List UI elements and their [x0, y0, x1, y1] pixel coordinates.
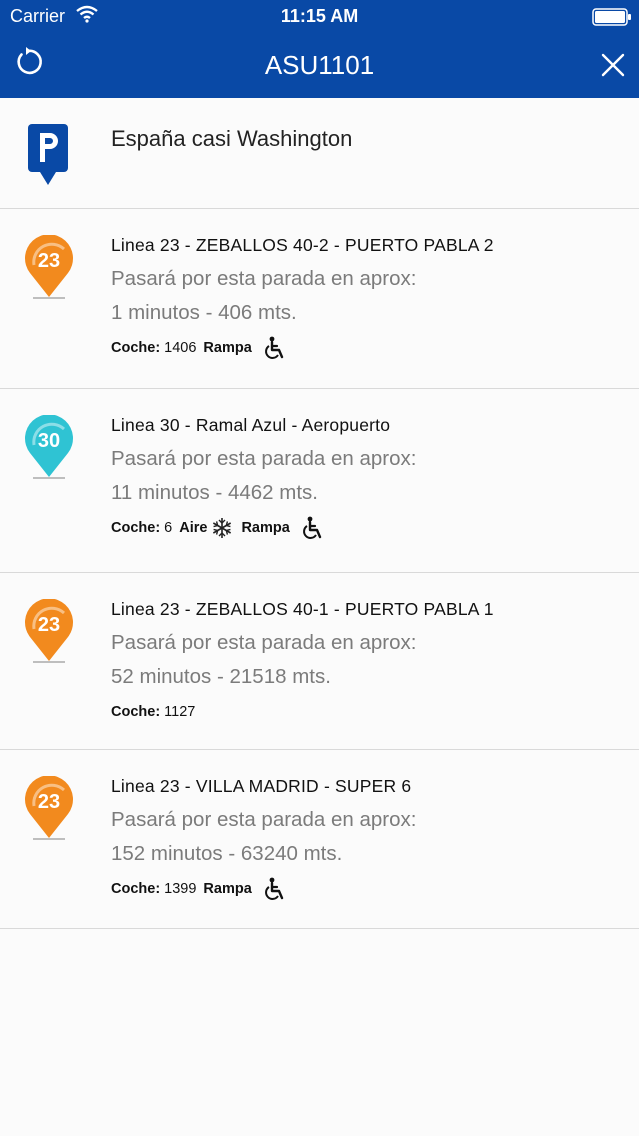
bus-line-marker-icon: 23: [25, 776, 73, 840]
arrival-info-text: Pasará por esta parada en aprox:: [111, 447, 417, 470]
wheelchair-icon: [264, 877, 283, 900]
coche-number: 1399: [164, 881, 197, 897]
page-title: ASU1101: [264, 50, 375, 80]
coche-number: 1406: [164, 340, 197, 356]
arrival-eta: 152 minutos - 63240 mts.: [111, 842, 343, 865]
arrival-info-text: Pasará por esta parada en aprox:: [111, 267, 417, 290]
bus-details: Coche: 1406 Rampa: [111, 335, 294, 361]
navigation-bar: Carrier 11:15 AM ASU1101: [0, 0, 639, 98]
svg-text:23: 23: [38, 791, 60, 813]
arrival-eta: 1 minutos - 406 mts.: [111, 301, 297, 324]
stop-name: España casi Washington: [111, 126, 353, 151]
parking-stop-icon: [28, 124, 68, 185]
bus-line-marker-icon: 23: [25, 599, 73, 663]
wheelchair-icon: [302, 516, 322, 539]
bus-route-title: Linea 30 - Ramal Azul - Aeropuerto: [111, 415, 391, 435]
stop-header: España casi Washington: [0, 98, 639, 209]
bus-arrival-row[interactable]: 23 Linea 23 - ZEBALLOS 40-2 - PUERTO PABL…: [0, 209, 639, 389]
bus-arrival-row[interactable]: 23 Linea 23 - ZEBALLOS 40-1 - PUERTO PABL…: [0, 573, 639, 750]
svg-text:23: 23: [38, 250, 60, 272]
rampa-label: Rampa: [203, 340, 252, 356]
coche-label: Coche:: [111, 881, 161, 897]
coche-label: Coche:: [111, 520, 161, 536]
battery-icon: [592, 8, 631, 26]
bus-details: Coche: 1127: [111, 699, 202, 725]
status-bar: Carrier 11:15 AM: [0, 0, 639, 34]
bus-details: Coche: 1399 Rampa: [111, 876, 294, 902]
bus-route-title: Linea 23 - ZEBALLOS 40-1 - PUERTO PABLA …: [111, 599, 494, 619]
svg-text:23: 23: [38, 614, 60, 636]
bus-line-marker-icon: 23: [25, 235, 73, 299]
arrival-eta: 11 minutos - 4462 mts.: [111, 481, 318, 504]
coche-number: 6: [164, 520, 173, 536]
rampa-label: Rampa: [203, 881, 252, 897]
bus-arrival-row[interactable]: 30 Linea 30 - Ramal Azul - Aeropuerto Pasa…: [0, 389, 639, 573]
air-conditioning-icon: [213, 518, 232, 538]
coche-label: Coche:: [111, 704, 161, 720]
svg-text:30: 30: [38, 430, 60, 452]
rampa-label: Rampa: [241, 520, 290, 536]
bus-route-title: Linea 23 - ZEBALLOS 40-2 - PUERTO PABLA …: [111, 235, 494, 255]
arrival-info-text: Pasará por esta parada en aprox:: [111, 631, 417, 654]
coche-number: 1127: [164, 704, 196, 720]
arrival-info-text: Pasará por esta parada en aprox:: [111, 808, 417, 831]
coche-label: Coche:: [111, 340, 161, 356]
arrival-eta: 52 minutos - 21518 mts.: [111, 665, 331, 688]
close-icon[interactable]: [600, 52, 626, 78]
bus-route-title: Linea 23 - VILLA MADRID - SUPER 6: [111, 776, 412, 796]
bus-details: Coche: 6 Aire Rampa: [111, 515, 332, 541]
status-time: 11:15 AM: [280, 6, 359, 26]
wheelchair-icon: [264, 336, 283, 359]
bus-arrival-row[interactable]: 23 Linea 23 - VILLA MADRID - SUPER 6 Pasar…: [0, 750, 639, 929]
aire-label: Aire: [179, 520, 208, 536]
bus-line-marker-icon: 30: [25, 415, 73, 479]
